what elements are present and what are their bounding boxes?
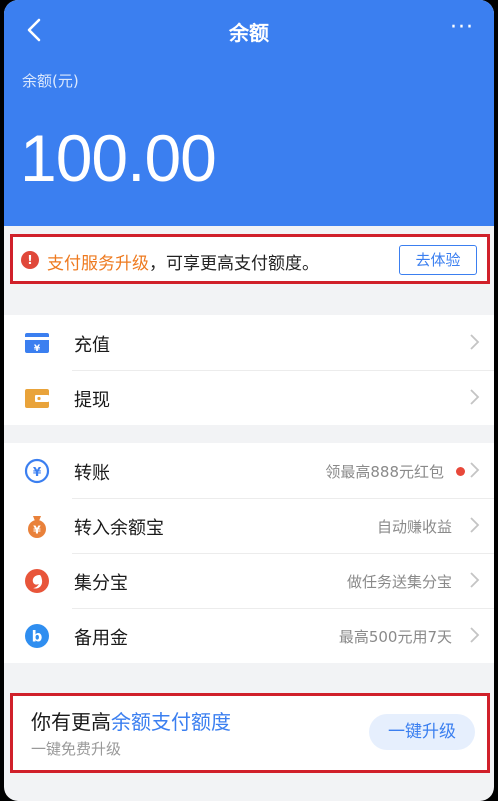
chevron-right-icon [470, 389, 480, 405]
chevron-right-icon [470, 462, 480, 478]
recharge-card-icon: ¥ [25, 333, 49, 354]
promo-title-highlight: 余额支付额度 [111, 710, 231, 734]
try-it-button[interactable]: 去体验 [399, 245, 477, 275]
chevron-right-icon [470, 572, 480, 588]
jifenbao-icon [25, 569, 49, 593]
list-item-transfer[interactable]: ¥ 转账 领最高888元红包 [4, 443, 494, 498]
reserve-fund-icon: b [25, 624, 49, 648]
list-item-withdraw[interactable]: 提现 [4, 370, 494, 425]
phone-screen: 余额 ··· 余额(元) 100.00 ! 支付服务升级，可享更高支付额度。 去… [4, 0, 494, 801]
list-item-label: 集分宝 [74, 573, 128, 594]
transfer-promo-text: 领最高888元红包 [325, 463, 444, 481]
list-item-label: 转账 [74, 463, 110, 484]
withdraw-wallet-icon [25, 389, 49, 408]
list-item-recharge[interactable]: ¥ 充值 [4, 315, 494, 370]
red-dot-badge [456, 467, 465, 476]
svg-text:¥: ¥ [33, 524, 41, 537]
jifenbao-hint-text: 做任务送集分宝 [346, 573, 452, 591]
fund-actions-group: ¥ 充值 提现 [4, 315, 494, 425]
promo-subtitle: 一键免费升级 [31, 740, 122, 758]
transfer-yuan-icon: ¥ [24, 458, 50, 484]
yuebao-moneybag-icon: ¥ [28, 516, 46, 538]
notice-highlight: 支付服务升级 [47, 254, 149, 274]
upgrade-promo-card: 你有更高余额支付额度 一键免费升级 一键升级 [10, 693, 490, 773]
one-click-upgrade-button[interactable]: 一键升级 [369, 714, 475, 750]
chevron-right-icon [470, 627, 480, 643]
svg-text:¥: ¥ [33, 465, 42, 479]
yuebao-hint-text: 自动赚收益 [376, 518, 452, 536]
list-item-yuebao[interactable]: ¥ 转入余额宝 自动赚收益 [4, 498, 494, 553]
promo-title-prefix: 你有更高 [31, 710, 111, 734]
reserve-fund-hint-text: 最高500元用7天 [338, 628, 452, 646]
balance-header: 余额 ··· 余额(元) 100.00 [4, 0, 494, 226]
list-item-label: 转入余额宝 [74, 518, 164, 539]
svg-text:¥: ¥ [34, 344, 41, 354]
promo-title: 你有更高余额支付额度 [31, 706, 231, 735]
more-menu-icon[interactable]: ··· [450, 17, 474, 39]
chevron-right-icon [470, 517, 480, 533]
svg-text:b: b [32, 628, 43, 646]
list-item-label: 充值 [74, 335, 110, 356]
chevron-right-icon [470, 334, 480, 350]
page-title: 余额 [229, 21, 269, 45]
services-group: ¥ 转账 领最高888元红包 ¥ 转入余额宝 自动赚收益 集分宝 做任务送集分宝 [4, 443, 494, 663]
list-item-jifenbao[interactable]: 集分宝 做任务送集分宝 [4, 553, 494, 608]
alert-icon: ! [21, 251, 39, 269]
upgrade-notice: ! 支付服务升级，可享更高支付额度。 去体验 [10, 234, 490, 284]
nav-bar: 余额 ··· [4, 0, 494, 58]
list-item-label: 提现 [74, 390, 110, 411]
notice-text: 支付服务升级，可享更高支付额度。 [47, 249, 319, 274]
list-item-reserve-fund[interactable]: b 备用金 最高500元用7天 [4, 608, 494, 663]
balance-label: 余额(元) [22, 72, 79, 90]
list-item-label: 备用金 [74, 628, 128, 649]
balance-amount: 100.00 [20, 121, 217, 195]
notice-body: ，可享更高支付额度。 [149, 254, 319, 274]
